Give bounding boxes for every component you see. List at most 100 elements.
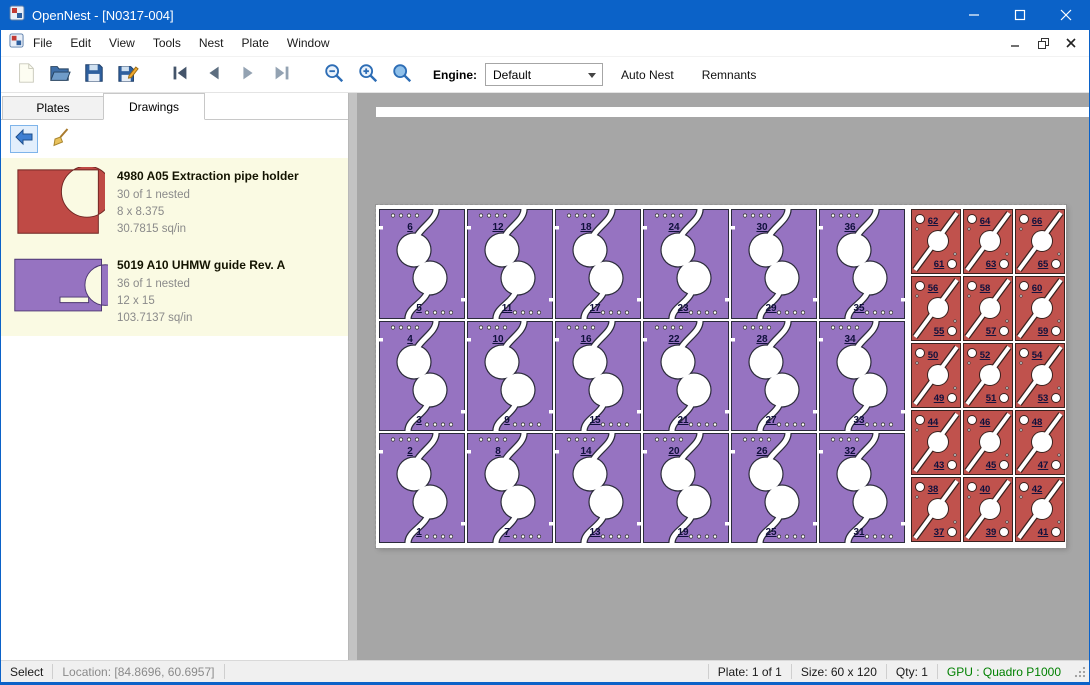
part-number: 3 — [416, 415, 422, 426]
mdi-minimize-button[interactable] — [1003, 34, 1027, 53]
part-number: 15 — [589, 415, 601, 426]
nested-part-pair-58-57[interactable]: 5857 — [963, 276, 1013, 341]
menu-item-nest[interactable]: Nest — [190, 31, 233, 55]
nested-part-pair-60-59[interactable]: 6059 — [1015, 276, 1065, 341]
mdi-close-button[interactable] — [1059, 34, 1083, 53]
nested-part-pair-36-35[interactable]: 3635 — [819, 209, 905, 319]
last-plate-button[interactable] — [265, 60, 299, 90]
menu-item-plate[interactable]: Plate — [233, 31, 278, 55]
nested-part-pair-2-1[interactable]: 21 — [379, 433, 465, 543]
remnants-button[interactable]: Remnants — [692, 62, 767, 88]
nested-part-pair-40-39[interactable]: 4039 — [963, 477, 1013, 542]
nested-part-pair-32-31[interactable]: 3231 — [819, 433, 905, 543]
engine-select[interactable]: Default — [485, 63, 603, 86]
save-icon — [83, 62, 105, 87]
nested-part-pair-10-9[interactable]: 109 — [467, 321, 553, 431]
nested-part-pair-56-55[interactable]: 5655 — [911, 276, 961, 341]
tab-drawings[interactable]: Drawings — [103, 93, 205, 120]
minimize-button[interactable] — [951, 0, 997, 30]
drawing-item-uhmw-guide[interactable]: 5019 A10 UHMW guide Rev. A 36 of 1 neste… — [1, 247, 348, 336]
part-number: 4 — [407, 334, 413, 345]
nested-part-pair-6-5[interactable]: 65 — [379, 209, 465, 319]
save-as-icon — [117, 62, 139, 87]
menu-item-view[interactable]: View — [100, 31, 144, 55]
nested-part-pair-16-15[interactable]: 1615 — [555, 321, 641, 431]
mdi-document-icon[interactable] — [9, 33, 24, 53]
menu-item-window[interactable]: Window — [278, 31, 339, 55]
part-number: 26 — [756, 446, 768, 457]
nested-part-pair-14-13[interactable]: 1413 — [555, 433, 641, 543]
nested-part-pair-30-29[interactable]: 3029 — [731, 209, 817, 319]
tab-plates[interactable]: Plates — [2, 96, 104, 119]
part-number: 50 — [928, 350, 939, 361]
nested-part-pair-46-45[interactable]: 4645 — [963, 410, 1013, 475]
nested-part-pair-54-53[interactable]: 5453 — [1015, 343, 1065, 408]
part-number: 13 — [589, 527, 601, 538]
canvas-top-strip — [376, 107, 1089, 117]
open-button[interactable] — [43, 60, 77, 90]
previous-arrow-icon — [203, 62, 225, 87]
nested-part-pair-64-63[interactable]: 6463 — [963, 209, 1013, 274]
status-mode: Select — [1, 665, 52, 679]
red-part-shape — [15, 167, 105, 238]
next-plate-button[interactable] — [231, 60, 265, 90]
nested-part-pair-62-61[interactable]: 6261 — [911, 209, 961, 274]
close-button[interactable] — [1043, 0, 1089, 30]
nested-pair-svg: 3433 — [819, 321, 905, 431]
maximize-button[interactable] — [997, 0, 1043, 30]
auto-nest-button[interactable]: Auto Nest — [611, 62, 684, 88]
nested-part-pair-18-17[interactable]: 1817 — [555, 209, 641, 319]
nested-part-pair-24-23[interactable]: 2423 — [643, 209, 729, 319]
mdi-restore-button[interactable] — [1031, 34, 1055, 53]
main-toolbar: Engine: Default Auto Nest Remnants — [1, 57, 1089, 93]
nested-part-pair-4-3[interactable]: 43 — [379, 321, 465, 431]
nest-canvas[interactable]: 6512111817242330293635431091615222128273… — [357, 93, 1089, 660]
nested-pair-svg: 65 — [379, 209, 465, 319]
zoom-in-button[interactable] — [351, 60, 385, 90]
part-number: 20 — [668, 446, 680, 457]
nested-part-pair-42-41[interactable]: 4241 — [1015, 477, 1065, 542]
nested-part-pair-26-25[interactable]: 2625 — [731, 433, 817, 543]
part-number: 7 — [504, 527, 510, 538]
send-to-nest-button[interactable] — [10, 125, 38, 153]
first-plate-button[interactable] — [163, 60, 197, 90]
nested-part-pair-66-65[interactable]: 6665 — [1015, 209, 1065, 274]
nested-part-pair-20-19[interactable]: 2019 — [643, 433, 729, 543]
previous-plate-button[interactable] — [197, 60, 231, 90]
zoom-fit-icon — [391, 62, 413, 87]
drawing-item-extraction-pipe-holder[interactable]: 4980 A05 Extraction pipe holder 30 of 1 … — [1, 158, 348, 247]
nested-part-pair-44-43[interactable]: 4443 — [911, 410, 961, 475]
nested-pair-svg: 1211 — [467, 209, 553, 319]
zoom-fit-button[interactable] — [385, 60, 419, 90]
menu-item-tools[interactable]: Tools — [144, 31, 190, 55]
clear-button[interactable] — [47, 125, 75, 153]
nested-part-pair-50-49[interactable]: 5049 — [911, 343, 961, 408]
nested-part-pair-28-27[interactable]: 2827 — [731, 321, 817, 431]
menu-item-edit[interactable]: Edit — [61, 31, 100, 55]
resize-grip[interactable] — [1074, 666, 1086, 681]
save-as-button[interactable] — [111, 60, 145, 90]
new-button[interactable] — [9, 60, 43, 90]
menu-item-file[interactable]: File — [24, 31, 61, 55]
nested-part-pair-8-7[interactable]: 87 — [467, 433, 553, 543]
nested-part-pair-34-33[interactable]: 3433 — [819, 321, 905, 431]
drawing-area: 103.7137 sq/in — [117, 310, 285, 327]
save-button[interactable] — [77, 60, 111, 90]
app-icon — [9, 5, 25, 26]
nested-part-pair-52-51[interactable]: 5251 — [963, 343, 1013, 408]
drawings-panel-toolbar — [1, 120, 348, 158]
part-number: 35 — [853, 303, 865, 314]
part-number: 37 — [934, 527, 945, 538]
menu-bar: File Edit View Tools Nest Plate Window — [1, 30, 1089, 57]
zoom-out-button[interactable] — [317, 60, 351, 90]
left-panel: Plates Drawings 4980 A05 Extraction pipe… — [1, 93, 349, 660]
part-number: 8 — [495, 446, 501, 457]
nested-pair-svg: 109 — [467, 321, 553, 431]
status-location: Location: [84.8696, 60.6957] — [53, 665, 223, 679]
nested-part-pair-22-21[interactable]: 2221 — [643, 321, 729, 431]
panel-splitter[interactable] — [349, 93, 357, 660]
nested-part-pair-12-11[interactable]: 1211 — [467, 209, 553, 319]
status-gpu: GPU : Quadro P1000 — [938, 665, 1070, 679]
nested-part-pair-38-37[interactable]: 3837 — [911, 477, 961, 542]
nested-part-pair-48-47[interactable]: 4847 — [1015, 410, 1065, 475]
